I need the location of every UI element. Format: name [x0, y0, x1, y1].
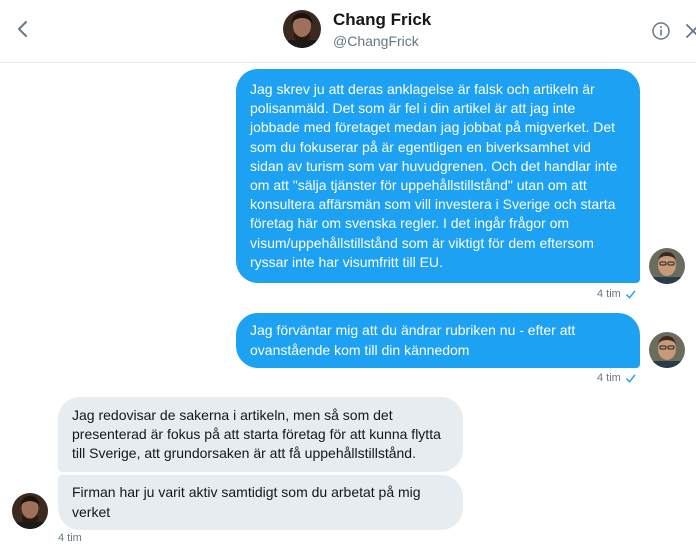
message-time: 4 tim [597, 288, 621, 300]
message-meta: 4 tim [58, 532, 82, 544]
message-bubble-received[interactable]: Firman har ju varit aktiv samtidigt som … [58, 475, 463, 530]
message-meta: 4 tim [597, 288, 636, 300]
conversation-header: Chang Frick @ChangFrick [0, 0, 696, 63]
checkmark-icon [625, 374, 636, 382]
contact-avatar[interactable] [12, 493, 48, 529]
message-text: Firman har ju varit aktiv samtidigt som … [72, 484, 421, 520]
message-text: Jag redovisar de sakerna i artikeln, men… [72, 406, 441, 462]
own-avatar[interactable] [649, 332, 685, 368]
message-time: 4 tim [597, 372, 621, 384]
message-text: Jag förväntar mig att du ändrar rubriken… [250, 322, 576, 358]
info-button[interactable] [651, 21, 671, 41]
message-text: Jag skrev ju att deras anklagelse är fal… [250, 80, 618, 270]
header-handle: @ChangFrick [333, 33, 419, 49]
message-time: 4 tim [58, 532, 82, 544]
own-avatar[interactable] [649, 248, 685, 284]
close-button[interactable] [684, 22, 696, 40]
message-bubble-received[interactable]: Jag redovisar de sakerna i artikeln, men… [58, 397, 463, 472]
message-bubble-sent[interactable]: Jag skrev ju att deras anklagelse är fal… [236, 69, 640, 283]
header-name[interactable]: Chang Frick [333, 10, 431, 30]
header-avatar[interactable] [283, 10, 321, 48]
close-icon [686, 24, 696, 38]
back-button[interactable] [12, 18, 34, 40]
chevron-left-icon [18, 21, 27, 37]
checkmark-icon [625, 290, 636, 298]
info-icon [652, 22, 670, 40]
message-meta: 4 tim [597, 372, 636, 384]
message-bubble-sent[interactable]: Jag förväntar mig att du ändrar rubriken… [236, 313, 640, 368]
